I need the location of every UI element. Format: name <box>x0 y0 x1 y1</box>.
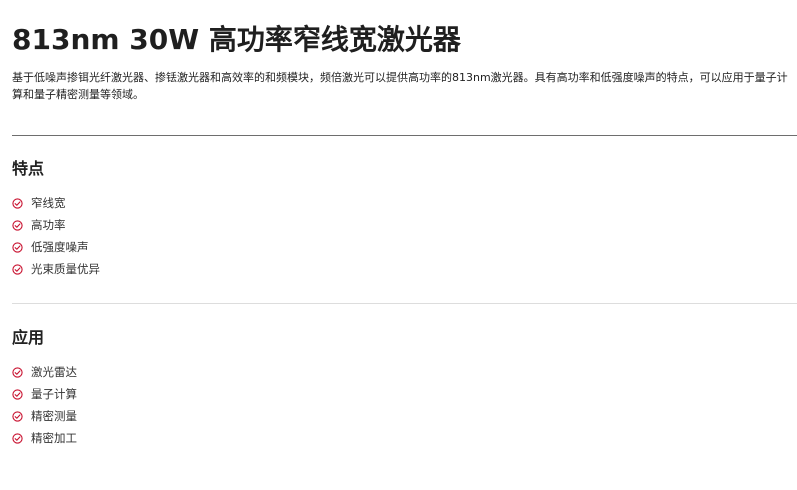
product-description: 基于低噪声掺铒光纤激光器、掺铥激光器和高效率的和频模块，频倍激光可以提供高功率的… <box>12 71 788 101</box>
application-label: 量子计算 <box>31 387 77 401</box>
page-title: 813nm 30W 高功率窄线宽激光器 <box>12 23 461 56</box>
check-circle-icon <box>12 388 23 400</box>
check-circle-icon <box>12 410 23 422</box>
list-item: 量子计算 <box>12 383 77 405</box>
check-circle-icon <box>12 366 23 378</box>
section-divider <box>12 135 797 136</box>
list-item: 精密加工 <box>12 427 77 449</box>
list-item: 激光雷达 <box>12 361 77 383</box>
feature-label: 窄线宽 <box>31 196 66 210</box>
check-circle-icon <box>12 197 23 209</box>
features-heading: 特点 <box>12 159 45 178</box>
check-circle-icon <box>12 432 23 444</box>
application-label: 激光雷达 <box>31 365 77 379</box>
application-label: 精密加工 <box>31 431 77 445</box>
list-item: 低强度噪声 <box>12 236 100 258</box>
check-circle-icon <box>12 263 23 275</box>
feature-label: 光束质量优异 <box>31 262 100 276</box>
list-item: 窄线宽 <box>12 192 100 214</box>
applications-list: 激光雷达 量子计算 精密测量 精密加工 <box>12 361 77 449</box>
list-item: 精密测量 <box>12 405 77 427</box>
section-divider <box>12 303 797 304</box>
features-list: 窄线宽 高功率 低强度噪声 光束质量优异 <box>12 192 100 280</box>
feature-label: 低强度噪声 <box>31 240 89 254</box>
check-circle-icon <box>12 219 23 231</box>
application-label: 精密测量 <box>31 409 77 423</box>
check-circle-icon <box>12 241 23 253</box>
applications-heading: 应用 <box>12 328 45 347</box>
list-item: 光束质量优异 <box>12 258 100 280</box>
feature-label: 高功率 <box>31 218 66 232</box>
list-item: 高功率 <box>12 214 100 236</box>
